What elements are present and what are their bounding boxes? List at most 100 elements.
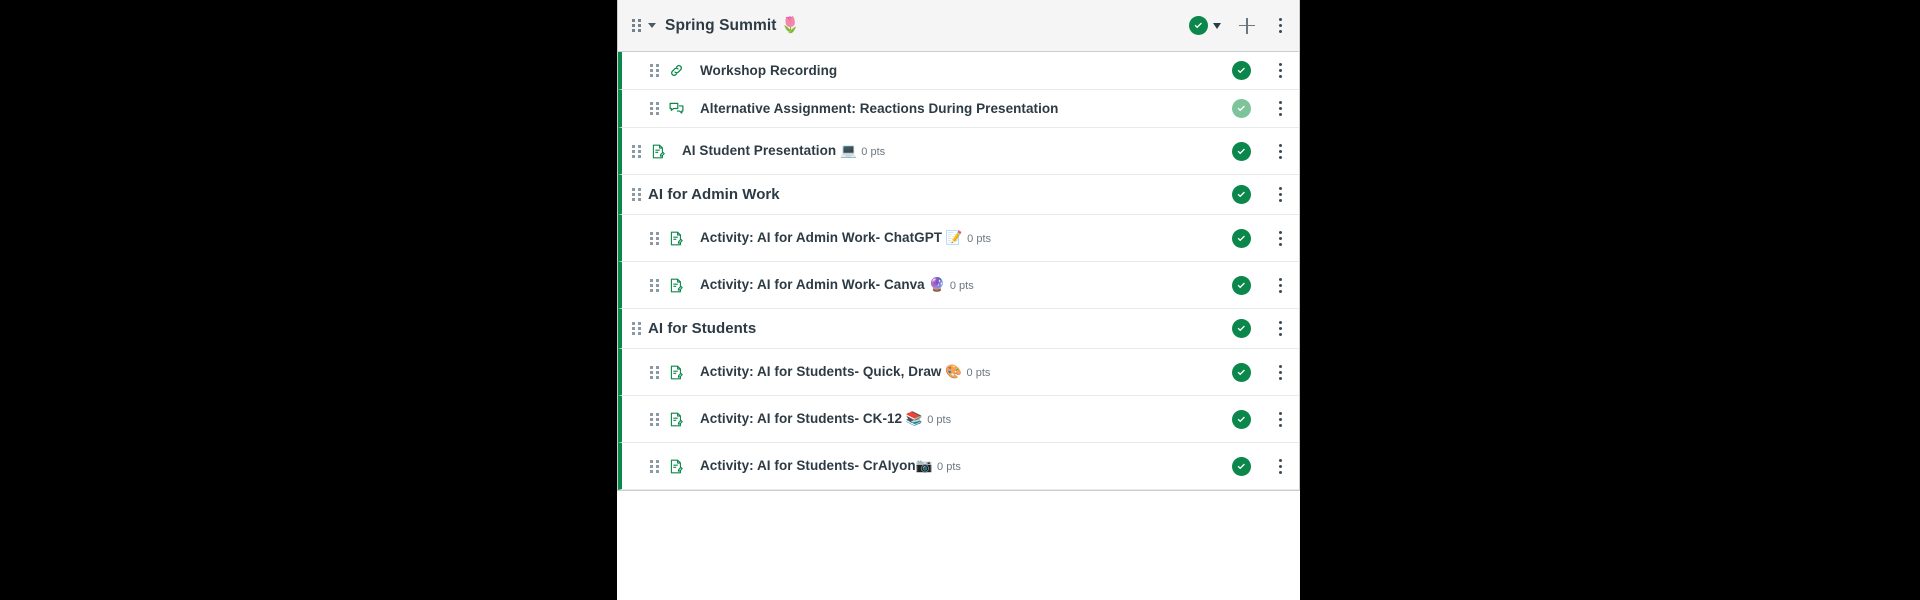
module-item-actions: [1232, 185, 1287, 204]
module-item-title-text: Activity: AI for Students- CrAIyon: [700, 458, 916, 473]
link-icon: [666, 61, 686, 81]
module-subheader-title: AI for Admin Work: [648, 185, 780, 203]
module-item-title[interactable]: Activity: AI for Students- CK-12 📚: [700, 411, 923, 427]
module-item-title[interactable]: Alternative Assignment: Reactions During…: [700, 101, 1058, 116]
module-subheader-row[interactable]: AI for Students: [618, 309, 1299, 349]
module-item-points: 0 pts: [949, 280, 974, 292]
check-circle-icon[interactable]: [1232, 362, 1251, 382]
camera-emoji: 📷: [915, 458, 933, 474]
drag-handle-icon[interactable]: [632, 321, 641, 336]
drag-handle-icon[interactable]: [650, 459, 659, 474]
module-item-row[interactable]: Activity: AI for Students- CK-12 📚 0 pts: [618, 396, 1299, 443]
module-item-row[interactable]: Activity: AI for Admin Work- ChatGPT 📝 0…: [618, 215, 1299, 262]
drag-handle-icon[interactable]: [650, 231, 659, 246]
module-menu-button[interactable]: [1273, 17, 1287, 34]
module-item-points: 0 pts: [861, 146, 886, 158]
module-item-title-text: AI Student Presentation: [682, 143, 840, 158]
module-item-text: AI for Admin Work: [648, 186, 780, 204]
module-item-row[interactable]: Workshop Recording: [618, 52, 1299, 90]
module-item-actions: [1232, 61, 1287, 80]
add-item-button[interactable]: [1239, 17, 1255, 34]
module-item-text: Activity: AI for Admin Work- ChatGPT 📝 0…: [700, 229, 991, 247]
check-circle-icon[interactable]: [1232, 456, 1251, 476]
check-circle-icon[interactable]: [1232, 61, 1251, 80]
assignment-icon: [666, 228, 686, 248]
module-subheader-row[interactable]: AI for Admin Work: [618, 175, 1299, 215]
module-item-title-text: Activity: AI for Admin Work- Canva: [700, 277, 929, 292]
drag-handle-icon[interactable]: [650, 278, 659, 293]
module-item-text: Activity: AI for Admin Work- Canva 🔮 0 p…: [700, 276, 974, 294]
module-publish-button[interactable]: [1189, 16, 1221, 35]
module-item-row[interactable]: Alternative Assignment: Reactions During…: [618, 90, 1299, 128]
module-item-points: 0 pts: [966, 367, 991, 379]
module-item-menu-button[interactable]: [1273, 364, 1287, 381]
module-item-actions: [1232, 362, 1287, 382]
drag-handle-icon[interactable]: [650, 412, 659, 427]
module-item-menu-button[interactable]: [1273, 458, 1287, 475]
module-item-content: Activity: AI for Admin Work- Canva 🔮 0 p…: [632, 275, 1232, 295]
module-item-points: 0 pts: [927, 414, 952, 426]
drag-handle-icon[interactable]: [632, 144, 641, 159]
module-item-content: AI for Admin Work: [632, 186, 1232, 204]
page-viewport: Spring Summit 🌷 Workshop Recording Alter…: [617, 0, 1300, 600]
drag-handle-icon[interactable]: [650, 365, 659, 380]
artist-palette-emoji: 🎨: [945, 364, 963, 380]
module-item-menu-button[interactable]: [1273, 277, 1287, 294]
module-item-content: Alternative Assignment: Reactions During…: [632, 99, 1232, 119]
module-item-title[interactable]: Activity: AI for Admin Work- Canva 🔮: [700, 277, 945, 293]
module-item-title[interactable]: Activity: AI for Admin Work- ChatGPT 📝: [700, 230, 963, 246]
assignment-icon: [666, 456, 686, 476]
module-item-row[interactable]: Activity: AI for Admin Work- Canva 🔮 0 p…: [618, 262, 1299, 309]
module-item-title-text: Activity: AI for Students- Quick, Draw: [700, 364, 946, 379]
module-item-title[interactable]: AI Student Presentation 💻: [682, 143, 857, 159]
module-item-row[interactable]: AI Student Presentation 💻 0 pts: [618, 128, 1299, 175]
module-item-title-text: Activity: AI for Students- CK-12: [700, 411, 906, 426]
module-item-actions: [1232, 275, 1287, 295]
check-circle-icon: [1189, 16, 1208, 35]
drag-handle-icon[interactable]: [650, 63, 659, 78]
check-circle-icon[interactable]: [1232, 275, 1251, 295]
check-circle-icon[interactable]: [1232, 228, 1251, 248]
drag-handle-icon[interactable]: [632, 187, 641, 202]
check-circle-icon[interactable]: [1232, 99, 1251, 118]
module-item-text: Alternative Assignment: Reactions During…: [700, 100, 1058, 118]
module-item-menu-button[interactable]: [1273, 230, 1287, 247]
module-item-text: Activity: AI for Students- CrAIyon📷 0 pt…: [700, 457, 961, 475]
module-item-actions: [1232, 456, 1287, 476]
drag-handle-icon[interactable]: [632, 18, 641, 33]
module-item-actions: [1232, 228, 1287, 248]
module-item-text: Activity: AI for Students- Quick, Draw 🎨…: [700, 363, 990, 381]
check-circle-icon[interactable]: [1232, 185, 1251, 204]
module-item-text: Workshop Recording: [700, 62, 837, 80]
module-item-actions: [1232, 319, 1287, 338]
check-circle-icon[interactable]: [1232, 319, 1251, 338]
module-item-text: Activity: AI for Students- CK-12 📚 0 pts: [700, 410, 951, 428]
drag-handle-icon[interactable]: [650, 101, 659, 116]
module-item-content: AI Student Presentation 💻 0 pts: [632, 141, 1232, 161]
module-item-menu-button[interactable]: [1273, 143, 1287, 160]
module-item-menu-button[interactable]: [1273, 186, 1287, 203]
module-item-content: Activity: AI for Students- CrAIyon📷 0 pt…: [632, 456, 1232, 476]
assignment-icon: [666, 275, 686, 295]
module-item-row[interactable]: Activity: AI for Students- CrAIyon📷 0 pt…: [618, 443, 1299, 490]
module-item-menu-button[interactable]: [1273, 100, 1287, 117]
module-item-title-text: Activity: AI for Admin Work- ChatGPT: [700, 230, 946, 245]
module-item-row[interactable]: Activity: AI for Students- Quick, Draw 🎨…: [618, 349, 1299, 396]
module-item-content: Workshop Recording: [632, 61, 1232, 81]
module-item-menu-button[interactable]: [1273, 411, 1287, 428]
chevron-down-icon[interactable]: [648, 23, 656, 28]
module-item-menu-button[interactable]: [1273, 320, 1287, 337]
check-circle-icon[interactable]: [1232, 141, 1251, 161]
module-item-title[interactable]: Activity: AI for Students- CrAIyon📷: [700, 458, 933, 474]
module-item-content: AI for Students: [632, 320, 1232, 338]
module-item-title[interactable]: Workshop Recording: [700, 63, 837, 78]
module-item-menu-button[interactable]: [1273, 62, 1287, 79]
module-item-title[interactable]: Activity: AI for Students- Quick, Draw 🎨: [700, 364, 963, 380]
module-subheader-title: AI for Students: [648, 319, 757, 337]
module-header-left: Spring Summit 🌷: [632, 16, 1189, 35]
module-item-points: 0 pts: [967, 233, 992, 245]
check-circle-icon[interactable]: [1232, 409, 1251, 429]
module-item-text: AI for Students: [648, 320, 756, 338]
module-item-points: 0 pts: [937, 461, 961, 473]
assignment-icon: [666, 409, 686, 429]
